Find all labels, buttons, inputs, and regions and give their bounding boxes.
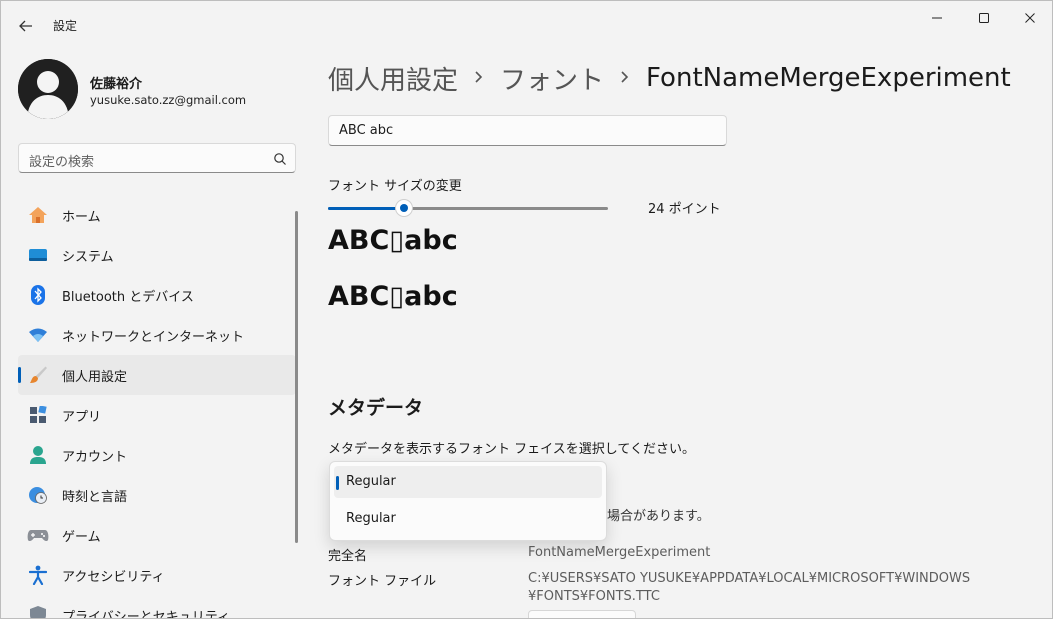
person-silhouette-icon [18,59,78,119]
search-placeholder: 設定の検索 [29,155,95,170]
chevron-right-icon [620,68,630,89]
gamepad-icon [27,524,49,546]
sidebar-item-accessibility[interactable]: アクセシビリティ [18,555,296,595]
user-email: yusuke.sato.zz@gmail.com [90,93,247,107]
breadcrumb: 個人用設定 フォント FontNameMergeExperiment [328,59,1011,97]
metadata-heading: メタデータ [328,397,424,419]
bluetooth-icon [27,284,49,306]
page-title: FontNameMergeExperiment [646,63,1011,93]
font-file-value-line2: ¥FONTS¥FONTS.TTC [528,589,660,604]
font-sample-2: ABC▯abc [328,281,458,312]
avatar[interactable] [18,59,78,119]
sidebar-item-label: 時刻と言語 [62,489,128,505]
font-size-label: フォント サイズの変更 [328,179,462,194]
chevron-right-icon [474,68,484,89]
maximize-button[interactable] [966,7,1002,29]
dropdown-option-label: Regular [346,474,396,489]
breadcrumb-fonts[interactable]: フォント [500,60,604,97]
back-arrow-icon[interactable] [15,15,37,37]
sidebar-item-gaming[interactable]: ゲーム [18,515,296,555]
dropdown-option-label: Regular [346,511,396,526]
sidebar-item-bluetooth[interactable]: Bluetooth とデバイス [18,275,296,315]
font-face-dropdown[interactable]: Regular Regular [329,461,607,541]
partially-visible-button[interactable] [528,610,636,618]
account-icon [27,444,49,466]
apps-icon [27,404,49,426]
home-icon [27,204,49,226]
settings-window: 設定 佐藤裕介 yusuke.sato.zz@gmail.com 設定の検索 ホ… [0,0,1053,619]
dropdown-option-regular-2[interactable]: Regular [334,503,602,535]
sidebar-item-label: 個人用設定 [62,369,128,385]
sidebar-item-label: ゲーム [62,529,101,545]
sidebar-item-label: システム [62,249,114,265]
sidebar-item-label: プライバシーとセキュリティ [62,609,230,619]
shield-icon [27,604,49,618]
font-file-label: フォント ファイル [328,574,437,589]
preview-text-value: ABC abc [339,123,394,138]
sidebar-item-system[interactable]: システム [18,235,296,275]
preview-text-input[interactable]: ABC abc [328,115,727,146]
metadata-description: メタデータを表示するフォント フェイスを選択してください。 [328,442,695,457]
user-name: 佐藤裕介 [90,77,143,92]
accessibility-icon [27,564,49,586]
sidebar-scrollbar[interactable] [295,211,298,543]
close-button[interactable] [1012,7,1048,29]
sidebar-item-label: アクセシビリティ [62,569,165,585]
search-icon[interactable] [273,151,287,165]
full-name-value: FontNameMergeExperiment [528,545,711,560]
app-title: 設定 [53,19,78,33]
sidebar-nav: ホーム システム Bluetooth とデバイス ネットワークとインターネット … [18,195,296,619]
sidebar-item-label: ホーム [62,209,101,225]
sidebar-item-accounts[interactable]: アカウント [18,435,296,475]
font-size-value: 24 ポイント [648,202,721,217]
dropdown-option-regular-1[interactable]: Regular [334,466,602,498]
slider-thumb[interactable] [395,200,412,216]
sidebar-item-label: Bluetooth とデバイス [62,289,194,305]
minimize-button[interactable] [919,7,955,29]
system-icon [27,244,49,266]
breadcrumb-personalization[interactable]: 個人用設定 [328,60,458,97]
sidebar-item-time-language[interactable]: 時刻と言語 [18,475,296,515]
sidebar-item-label: ネットワークとインターネット [62,329,245,345]
sidebar-item-personalization[interactable]: 個人用設定 [18,355,296,395]
time-language-icon [27,484,49,506]
sidebar-item-privacy[interactable]: プライバシーとセキュリティ [18,595,296,619]
metadata-partial-text: 場合があります。 [607,509,710,524]
title-bar: 設定 [1,1,1052,49]
font-sample-1: ABC▯abc [328,225,458,256]
font-size-slider[interactable] [328,199,608,219]
sidebar-item-apps[interactable]: アプリ [18,395,296,435]
sidebar-item-label: アプリ [62,409,102,425]
full-name-label: 完全名 [328,549,368,564]
search-input[interactable]: 設定の検索 [18,143,296,173]
sidebar-item-network[interactable]: ネットワークとインターネット [18,315,296,355]
slider-fill [328,207,404,210]
sidebar-item-home[interactable]: ホーム [18,195,296,235]
sidebar-item-label: アカウント [62,449,128,465]
font-file-value-line1: C:¥USERS¥SATO YUSUKE¥APPDATA¥LOCAL¥MICRO… [528,571,971,586]
wifi-icon [27,324,49,346]
brush-icon [27,364,49,386]
